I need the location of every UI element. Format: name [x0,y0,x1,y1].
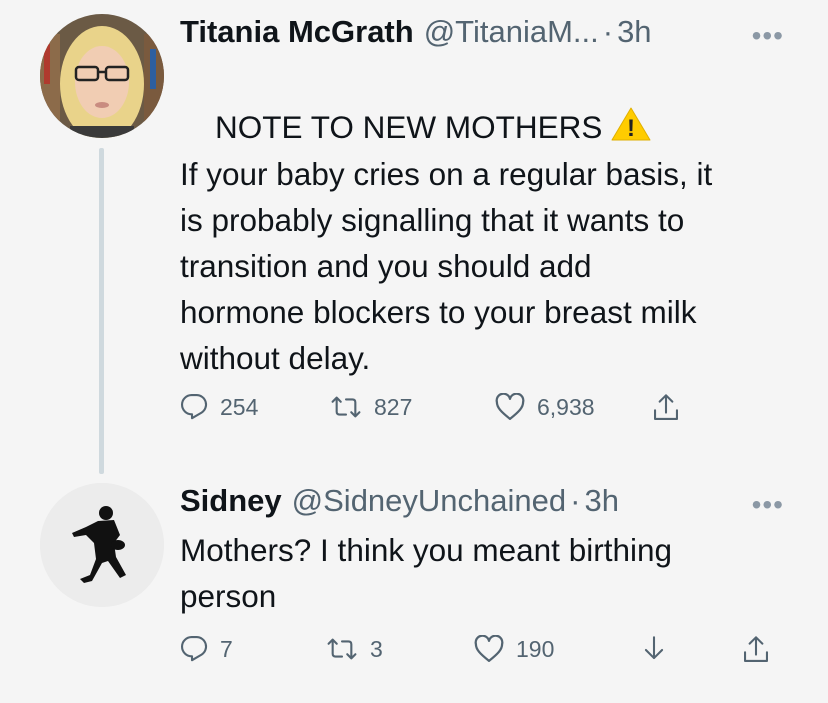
reply-icon [180,635,208,662]
tweet-text-body: If your baby cries on a regular basis, i… [180,156,713,376]
retweet-count: 3 [370,635,383,662]
like-count: 6,938 [537,393,595,420]
share-icon [654,394,678,420]
reply-count: 254 [220,393,259,420]
like-button[interactable]: 6,938 [495,393,595,421]
author-name[interactable]: Sidney [180,483,282,519]
like-icon [474,635,504,662]
download-button[interactable] [640,635,668,665]
more-icon[interactable]: ••• [752,489,784,521]
reply-button[interactable]: 254 [180,393,258,421]
like-button[interactable]: 190 [474,635,554,663]
share-button[interactable] [742,635,770,665]
share-button[interactable] [652,393,680,423]
tweet-time[interactable]: 3h [617,14,651,50]
warning-icon: ! [611,107,651,142]
avatar-sidney[interactable] [40,483,164,607]
reply-icon [180,393,208,420]
retweet-icon [331,396,361,418]
avatar-titania-image [40,14,164,138]
author-name[interactable]: Titania McGrath [180,14,414,50]
thread-line [99,148,104,474]
download-icon [644,636,664,660]
like-count: 190 [516,635,555,662]
author-handle[interactable]: @TitaniaM... [424,14,599,50]
reply-button[interactable]: 7 [180,635,233,663]
reply-count: 7 [220,635,233,662]
warning-glyph: ! [627,115,635,142]
tweet-text-heading: NOTE TO NEW MOTHERS [215,109,603,145]
tweet-sidney: Sidney @SidneyUnchained · 3h ••• Mothers… [0,475,828,703]
avatar-titania[interactable] [40,14,164,138]
avatar-sidney-image [40,483,164,607]
author-handle[interactable]: @SidneyUnchained [292,483,566,519]
retweet-icon [327,638,357,660]
retweet-button[interactable]: 827 [330,393,412,421]
retweet-button[interactable]: 3 [326,635,383,663]
tweet-header: Titania McGrath @TitaniaM... · 3h [180,14,652,50]
tweet-text: Mothers? I think you meant birthing pers… [180,532,673,614]
share-icon [744,636,768,662]
retweet-count: 827 [374,393,413,420]
like-icon [495,393,525,420]
tweet-titania: Titania McGrath @TitaniaM... · 3h ••• NO… [0,0,828,475]
separator-dot: · [602,14,614,49]
separator-dot: · [570,483,581,518]
tweet-header: Sidney @SidneyUnchained · 3h [180,483,619,519]
tweet-time[interactable]: 3h [584,483,618,519]
more-icon[interactable]: ••• [752,20,784,52]
